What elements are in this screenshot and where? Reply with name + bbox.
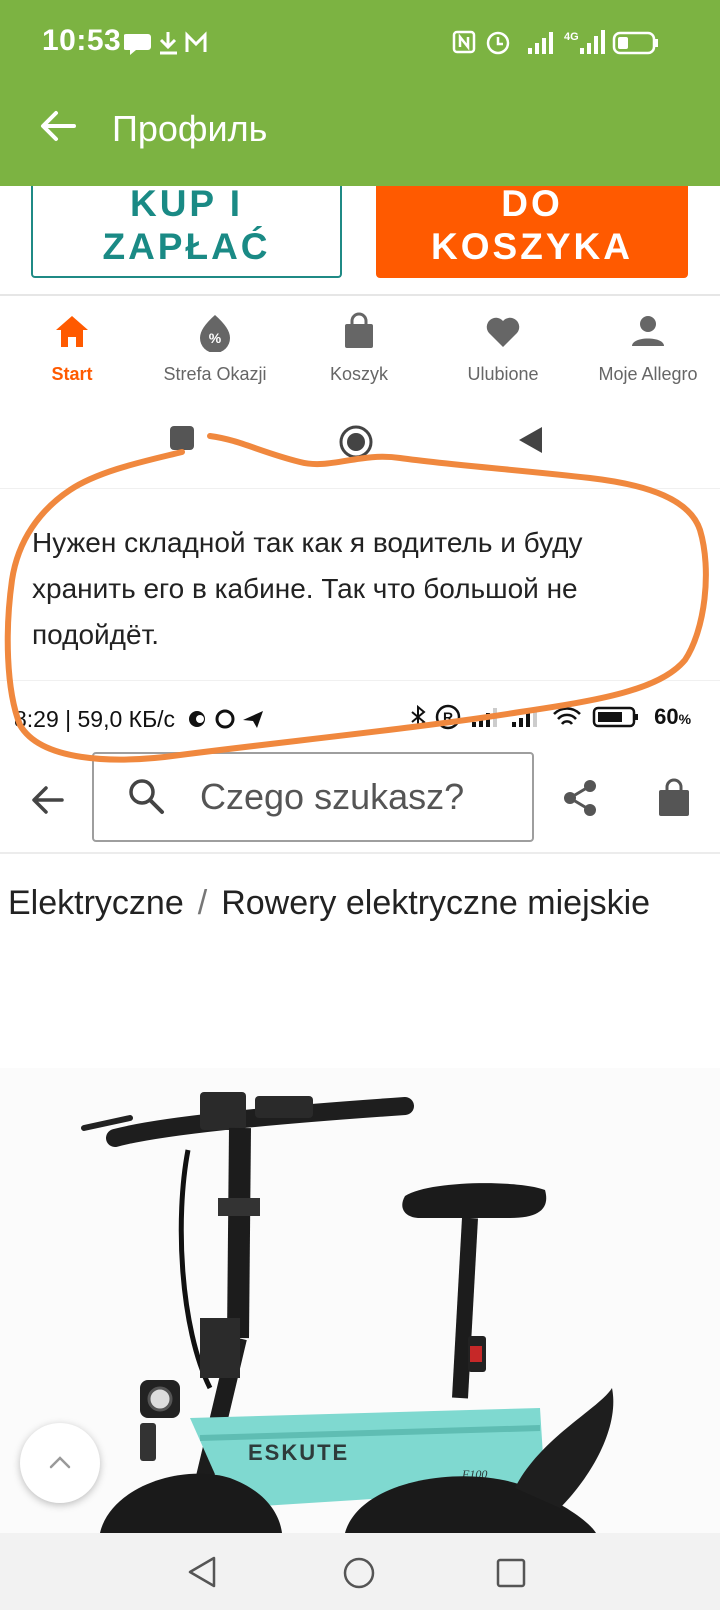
breadcrumb-parent[interactable]: Elektryczne bbox=[8, 884, 184, 922]
scroll-to-top-button[interactable] bbox=[20, 1423, 100, 1503]
embedded-system-icons: R bbox=[411, 704, 638, 730]
tab-label: Ulubione bbox=[467, 364, 539, 384]
bag-icon bbox=[345, 312, 373, 348]
tab-label: Start bbox=[51, 364, 93, 384]
embedded-battery-level: 60 bbox=[654, 704, 679, 729]
divider bbox=[0, 294, 720, 296]
back-arrow-icon[interactable] bbox=[36, 104, 80, 148]
back-triangle-icon bbox=[519, 427, 542, 453]
svg-text:4G: 4G bbox=[564, 31, 579, 43]
chevron-up-icon bbox=[49, 1456, 71, 1469]
heart-icon bbox=[486, 317, 520, 347]
system-status-icons: 4G bbox=[452, 30, 658, 55]
embedded-notification-icons bbox=[189, 709, 264, 729]
notification-icons bbox=[124, 31, 207, 55]
search-icon bbox=[129, 779, 164, 814]
back-arrow-icon[interactable] bbox=[28, 780, 68, 820]
tab-koszyk[interactable]: Koszyk bbox=[287, 306, 431, 396]
embedded-status-time-speed: 8:29 | 59,0 КБ/с bbox=[14, 706, 176, 732]
tab-label: Moje Allegro bbox=[598, 364, 698, 384]
embedded-status-right: R 60% bbox=[408, 704, 691, 730]
tab-label: Strefa Okazji bbox=[163, 364, 267, 384]
svg-text:%: % bbox=[209, 330, 222, 346]
tab-label: Koszyk bbox=[329, 364, 389, 384]
battery-unit: % bbox=[678, 711, 692, 727]
nav-home-icon[interactable] bbox=[342, 1556, 376, 1590]
status-time: 10:53 bbox=[42, 24, 122, 57]
nav-back-icon[interactable] bbox=[186, 1555, 220, 1589]
comment-text: Нужен складной так как я водитель и буду… bbox=[32, 527, 583, 650]
person-icon bbox=[632, 316, 664, 346]
svg-text:ESKUTE: ESKUTE bbox=[248, 1440, 349, 1465]
buy-now-button[interactable]: KUP I ZAPŁAĆ bbox=[31, 183, 342, 278]
tab-moje-allegro[interactable]: Moje Allegro bbox=[576, 306, 720, 396]
divider bbox=[0, 680, 720, 681]
share-icon[interactable] bbox=[560, 778, 600, 818]
recent-apps-icon bbox=[170, 426, 194, 450]
tab-ulubione[interactable]: Ulubione bbox=[431, 306, 575, 396]
add-to-cart-label-line2: KOSZYKA bbox=[431, 226, 633, 267]
breadcrumb-current[interactable]: Rowery elektryczne miejskie bbox=[221, 884, 650, 922]
tab-start[interactable]: Start bbox=[0, 306, 144, 396]
cart-bag-icon[interactable] bbox=[654, 778, 694, 818]
deals-icon: % bbox=[200, 315, 230, 352]
nav-recents-icon[interactable] bbox=[496, 1558, 526, 1588]
breadcrumb: Elektryczne / Rowery elektryczne miejskie bbox=[8, 884, 650, 923]
product-image[interactable]: ESKUTE F100 bbox=[0, 1068, 720, 1533]
folding-ebike-illustration: ESKUTE F100 bbox=[81, 1092, 614, 1533]
add-to-cart-button[interactable]: DO KOSZYKA bbox=[376, 183, 688, 278]
search-placeholder: Czego szukasz? bbox=[200, 776, 465, 817]
add-to-cart-label-line1: DO bbox=[501, 183, 563, 224]
svg-text:R: R bbox=[443, 709, 453, 725]
divider bbox=[0, 852, 720, 854]
divider bbox=[0, 488, 720, 489]
tab-strefa-okazji[interactable]: % Strefa Okazji bbox=[143, 306, 287, 396]
buy-now-label-line1: KUP I bbox=[129, 183, 243, 224]
breadcrumb-separator: / bbox=[197, 884, 208, 922]
home-button-icon bbox=[339, 425, 373, 459]
page-title: Профиль bbox=[112, 108, 268, 149]
search-input[interactable]: Czego szukasz? bbox=[92, 752, 534, 842]
embedded-status-left: 8:29 | 59,0 КБ/с bbox=[14, 706, 265, 733]
buy-now-label-line2: ZAPŁAĆ bbox=[102, 226, 271, 267]
home-icon bbox=[56, 316, 88, 347]
